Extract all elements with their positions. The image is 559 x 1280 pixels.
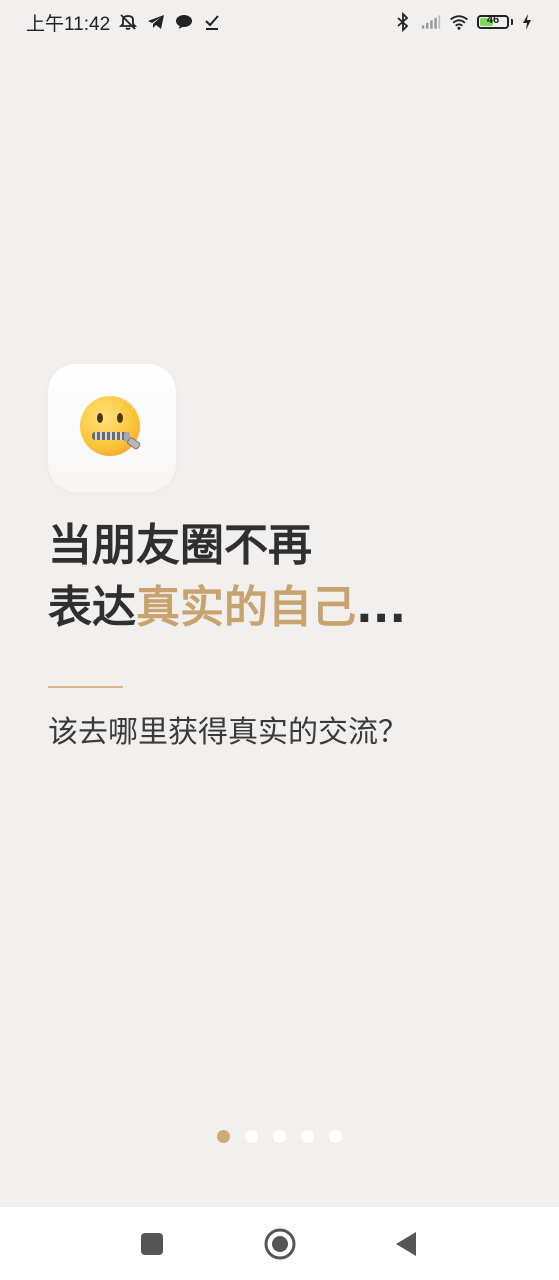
home-icon — [264, 1228, 296, 1259]
page-dot-4[interactable] — [301, 1130, 314, 1143]
onboarding-headline: 当朋友圈不再 表达真实的自己... — [48, 515, 528, 639]
status-left: 上午11:42 — [26, 9, 222, 36]
status-bar: 上午11:42 46 — [0, 0, 559, 44]
status-right: 46 — [393, 12, 533, 32]
back-icon — [396, 1231, 416, 1256]
headline-line-1: 当朋友圈不再 — [48, 520, 312, 571]
page-dot-2[interactable] — [245, 1130, 258, 1143]
headline-suffix: ... — [356, 582, 407, 633]
accent-divider — [48, 686, 123, 688]
chat-icon — [174, 12, 194, 32]
onboarding-subtitle: 该去哪里获得真实的交流？ — [48, 715, 408, 750]
zipper-mouth-face-icon — [80, 396, 141, 456]
bluetooth-icon — [393, 12, 413, 32]
download-icon — [202, 12, 222, 32]
headline-accent: 真实的自己 — [136, 582, 356, 633]
zipper-mouth-emoji-card — [48, 364, 176, 492]
signal-icon — [421, 12, 441, 32]
headline-prefix: 表达 — [48, 582, 136, 633]
wifi-icon — [449, 12, 469, 32]
headline-line-2: 表达真实的自己... — [48, 577, 528, 639]
home-button[interactable] — [258, 1222, 302, 1266]
battery-icon: 46 — [477, 15, 513, 29]
mute-icon — [118, 12, 138, 32]
page-dot-3[interactable] — [273, 1130, 286, 1143]
page-dot-1[interactable] — [217, 1130, 230, 1143]
back-button[interactable] — [384, 1222, 428, 1266]
status-time: 上午11:42 — [26, 13, 111, 35]
page-indicator — [0, 1130, 559, 1143]
battery-level: 46 — [486, 15, 500, 26]
system-nav-bar — [0, 1207, 559, 1280]
page-dot-5[interactable] — [329, 1130, 342, 1143]
recents-button[interactable] — [130, 1222, 174, 1266]
telegram-icon — [146, 12, 166, 32]
charging-icon — [521, 12, 533, 32]
recents-icon — [141, 1232, 163, 1255]
